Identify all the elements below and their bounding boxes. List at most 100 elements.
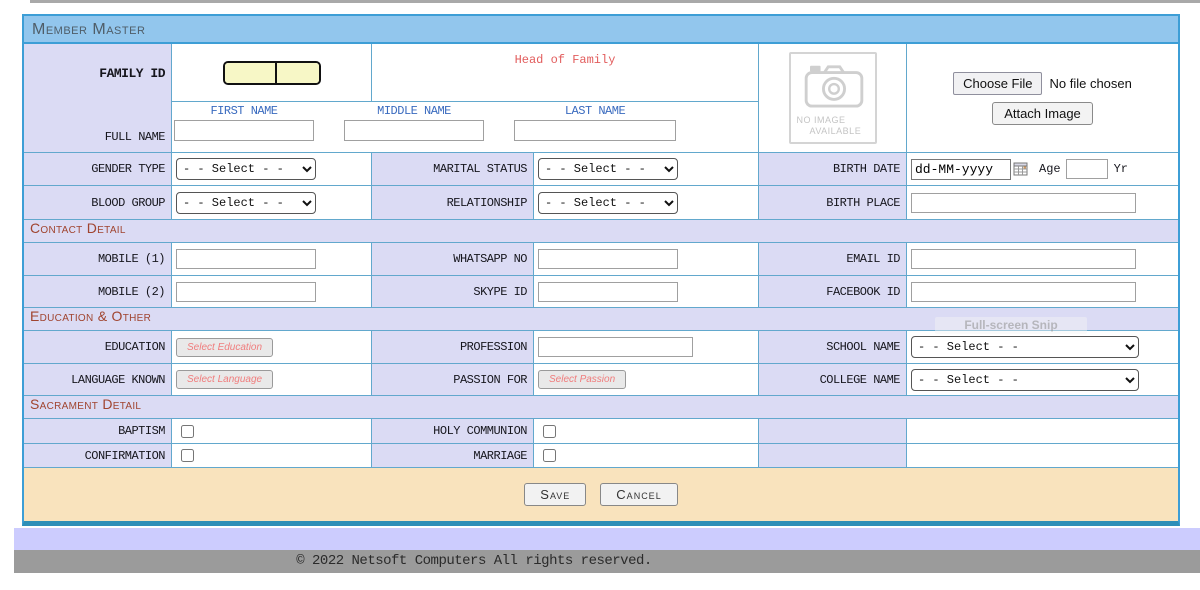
education-section-header: Education & Other xyxy=(24,308,1178,331)
choose-file-button[interactable]: Choose File xyxy=(953,72,1042,95)
whatsapp-input[interactable] xyxy=(538,249,678,269)
college-name-cell: - - Select - - xyxy=(907,364,1178,395)
relationship-label: RELATIONSHIP xyxy=(372,186,534,219)
action-button-row: Save Cancel xyxy=(24,468,1178,521)
marital-status-label: MARITAL STATUS xyxy=(372,153,534,185)
last-name-input[interactable] xyxy=(514,120,676,141)
head-of-family-label: Head of Family xyxy=(372,44,759,102)
marital-status-cell: - - Select - - xyxy=(534,153,759,185)
lavender-strip xyxy=(14,528,1200,550)
confirmation-cell xyxy=(172,444,372,467)
row-mobile1: MOBILE (1) WHATSAPP NO EMAIL ID xyxy=(24,243,1178,276)
empty-input-cell-2 xyxy=(907,444,1178,467)
holy-communion-label: HOLY COMMUNION xyxy=(372,419,534,443)
mobile2-label: MOBILE (2) xyxy=(24,276,172,307)
attach-cell: Choose File No file chosen Attach Image xyxy=(907,44,1178,152)
blood-group-label: BLOOD GROUP xyxy=(24,186,172,219)
top-section: FAMILY ID Head of Family NO IMAGE AVAILA… xyxy=(24,44,1178,153)
camera-icon xyxy=(803,61,865,109)
sacrament-section-title: Sacrament Detail xyxy=(24,396,1178,418)
mobile2-cell xyxy=(172,276,372,307)
language-known-label: LANGUAGE KNOWN xyxy=(24,364,172,395)
top-divider-line xyxy=(30,0,1200,3)
last-name-header: LAST NAME xyxy=(565,104,625,118)
facebook-cell xyxy=(907,276,1178,307)
holy-communion-checkbox[interactable] xyxy=(543,425,556,438)
baptism-checkbox[interactable] xyxy=(181,425,194,438)
file-status-text: No file chosen xyxy=(1049,76,1131,91)
page-title: Member Master xyxy=(24,16,1178,44)
language-known-cell: Select Language xyxy=(172,364,372,395)
file-input-row: Choose File No file chosen xyxy=(953,72,1132,95)
mobile2-input[interactable] xyxy=(176,282,316,302)
first-name-header: FIRST NAME xyxy=(210,104,277,118)
family-id-label: FAMILY ID xyxy=(24,44,172,102)
birth-date-input[interactable] xyxy=(911,159,1011,180)
passion-for-cell: Select Passion xyxy=(534,364,759,395)
attach-image-button[interactable]: Attach Image xyxy=(992,102,1093,125)
birth-date-cell: Age Yr xyxy=(907,153,1178,185)
profession-cell xyxy=(534,331,759,363)
copyright-text: © 2022 Netsoft Computers All rights rese… xyxy=(14,550,934,573)
marital-status-select[interactable]: - - Select - - xyxy=(538,158,678,180)
confirmation-label: CONFIRMATION xyxy=(24,444,172,467)
gender-type-cell: - - Select - - xyxy=(172,153,372,185)
middle-name-header: MIDDLE NAME xyxy=(377,104,451,118)
skype-input[interactable] xyxy=(538,282,678,302)
marriage-checkbox[interactable] xyxy=(543,449,556,462)
row-baptism: BAPTISM HOLY COMMUNION xyxy=(24,419,1178,444)
row-mobile2: MOBILE (2) SKYPE ID FACEBOOK ID xyxy=(24,276,1178,308)
select-education-button[interactable]: Select Education xyxy=(176,338,273,357)
email-input[interactable] xyxy=(911,249,1136,269)
college-name-select[interactable]: - - Select - - xyxy=(911,369,1139,391)
profession-input[interactable] xyxy=(538,337,693,357)
middle-name-input[interactable] xyxy=(344,120,484,141)
age-input[interactable] xyxy=(1066,159,1108,179)
no-image-text-line2: AVAILABLE xyxy=(810,126,862,136)
confirmation-checkbox[interactable] xyxy=(181,449,194,462)
skype-label: SKYPE ID xyxy=(372,276,534,307)
education-label: EDUCATION xyxy=(24,331,172,363)
school-name-select[interactable]: - - Select - - xyxy=(911,336,1139,358)
birth-place-input[interactable] xyxy=(911,193,1136,213)
facebook-label: FACEBOOK ID xyxy=(759,276,907,307)
empty-label-cell-2 xyxy=(759,444,907,467)
blood-group-select[interactable]: - - Select - - xyxy=(176,192,316,214)
member-master-form: Member Master FAMILY ID Head of Family N… xyxy=(22,14,1180,526)
gender-type-select[interactable]: - - Select - - xyxy=(176,158,316,180)
yr-label: Yr xyxy=(1114,162,1128,176)
photo-cell: NO IMAGE AVAILABLE xyxy=(759,44,907,152)
first-name-input[interactable] xyxy=(174,120,314,141)
select-language-button[interactable]: Select Language xyxy=(176,370,273,389)
save-button[interactable]: Save xyxy=(524,483,586,506)
email-cell xyxy=(907,243,1178,275)
relationship-cell: - - Select - - xyxy=(534,186,759,219)
no-image-text-line1: NO IMAGE xyxy=(797,115,846,125)
education-section-title: Education & Other xyxy=(24,308,1178,330)
empty-label-cell-1 xyxy=(759,419,907,443)
select-passion-button[interactable]: Select Passion xyxy=(538,370,626,389)
birth-place-cell xyxy=(907,186,1178,219)
footer-bar: © 2022 Netsoft Computers All rights rese… xyxy=(14,550,1200,573)
relationship-select[interactable]: - - Select - - xyxy=(538,192,678,214)
birth-place-label: BIRTH PLACE xyxy=(759,186,907,219)
school-name-cell: - - Select - - xyxy=(907,331,1178,363)
mobile1-label: MOBILE (1) xyxy=(24,243,172,275)
facebook-input[interactable] xyxy=(911,282,1136,302)
whatsapp-label: WHATSAPP NO xyxy=(372,243,534,275)
family-id-input-1[interactable] xyxy=(225,63,277,83)
mobile1-input[interactable] xyxy=(176,249,316,269)
whatsapp-cell xyxy=(534,243,759,275)
holy-communion-cell xyxy=(534,419,759,443)
mobile1-cell xyxy=(172,243,372,275)
calendar-icon[interactable] xyxy=(1013,161,1029,177)
passion-for-label: PASSION FOR xyxy=(372,364,534,395)
cancel-button[interactable]: Cancel xyxy=(600,483,677,506)
row-blood: BLOOD GROUP - - Select - - RELATIONSHIP … xyxy=(24,186,1178,220)
gender-type-label: GENDER TYPE xyxy=(24,153,172,185)
row-education: EDUCATION Select Education PROFESSION SC… xyxy=(24,331,1178,364)
family-id-inputs xyxy=(223,61,321,85)
marriage-cell xyxy=(534,444,759,467)
birth-date-label: BIRTH DATE xyxy=(759,153,907,185)
family-id-input-2[interactable] xyxy=(277,63,319,83)
